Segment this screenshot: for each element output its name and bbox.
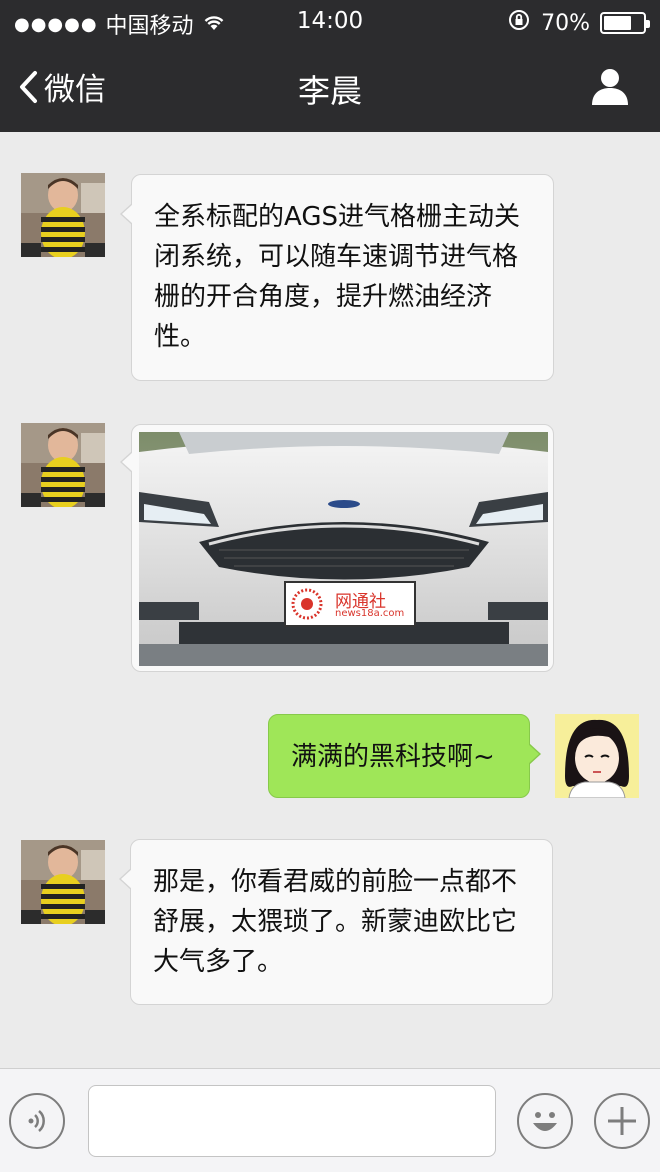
- battery-percent: 70%: [541, 10, 590, 36]
- message-list[interactable]: 全系标配的AGS进气格栅主动关闭系统，可以随车速调节进气格栅的开合角度，提升燃油…: [0, 132, 660, 1068]
- car-photo: [139, 432, 548, 666]
- battery-fill: [604, 16, 631, 30]
- status-bar: ●●●●● 中国移动 14:00 70%: [0, 0, 660, 42]
- contact-avatar[interactable]: [21, 173, 105, 257]
- top-bar: ●●●●● 中国移动 14:00 70% 微信 李晨: [0, 0, 660, 132]
- plus-icon: [608, 1107, 636, 1135]
- message-input[interactable]: [88, 1085, 496, 1157]
- contact-avatar[interactable]: [21, 840, 105, 924]
- message-text: 那是，你看君威的前脸一点都不舒展，太猥琐了。新蒙迪欧比它大气多了。: [153, 867, 518, 977]
- emoji-button[interactable]: [517, 1093, 573, 1149]
- contact-profile-button[interactable]: [590, 66, 630, 110]
- nav-bar: 微信 李晨: [0, 42, 660, 132]
- watermark-url: news18a.com: [335, 608, 405, 619]
- self-avatar[interactable]: [555, 714, 639, 798]
- message-bubble-self[interactable]: 满满的黑科技啊~: [268, 714, 541, 798]
- chat-title: 李晨: [297, 72, 362, 110]
- rotation-lock-icon: [507, 8, 531, 38]
- person-icon: [592, 69, 628, 105]
- contact-avatar[interactable]: [21, 423, 105, 507]
- emoji-icon: [533, 1112, 557, 1131]
- input-bar: [0, 1068, 660, 1172]
- image-message[interactable]: 网通社 news18a.com: [120, 424, 554, 672]
- voice-button[interactable]: [9, 1093, 65, 1149]
- battery-icon: [600, 12, 650, 34]
- message-bubble[interactable]: 那是，你看君威的前脸一点都不舒展，太猥琐了。新蒙迪欧比它大气多了。: [119, 839, 553, 1005]
- message-text: 满满的黑科技啊~: [291, 742, 495, 772]
- message-text: 全系标配的AGS进气格栅主动关闭系统，可以随车速调节进气格栅的开合角度，提升燃油…: [154, 202, 520, 352]
- more-button[interactable]: [594, 1093, 650, 1149]
- message-bubble[interactable]: 全系标配的AGS进气格栅主动关闭系统，可以随车速调节进气格栅的开合角度，提升燃油…: [120, 174, 554, 381]
- voice-icon: [28, 1110, 45, 1132]
